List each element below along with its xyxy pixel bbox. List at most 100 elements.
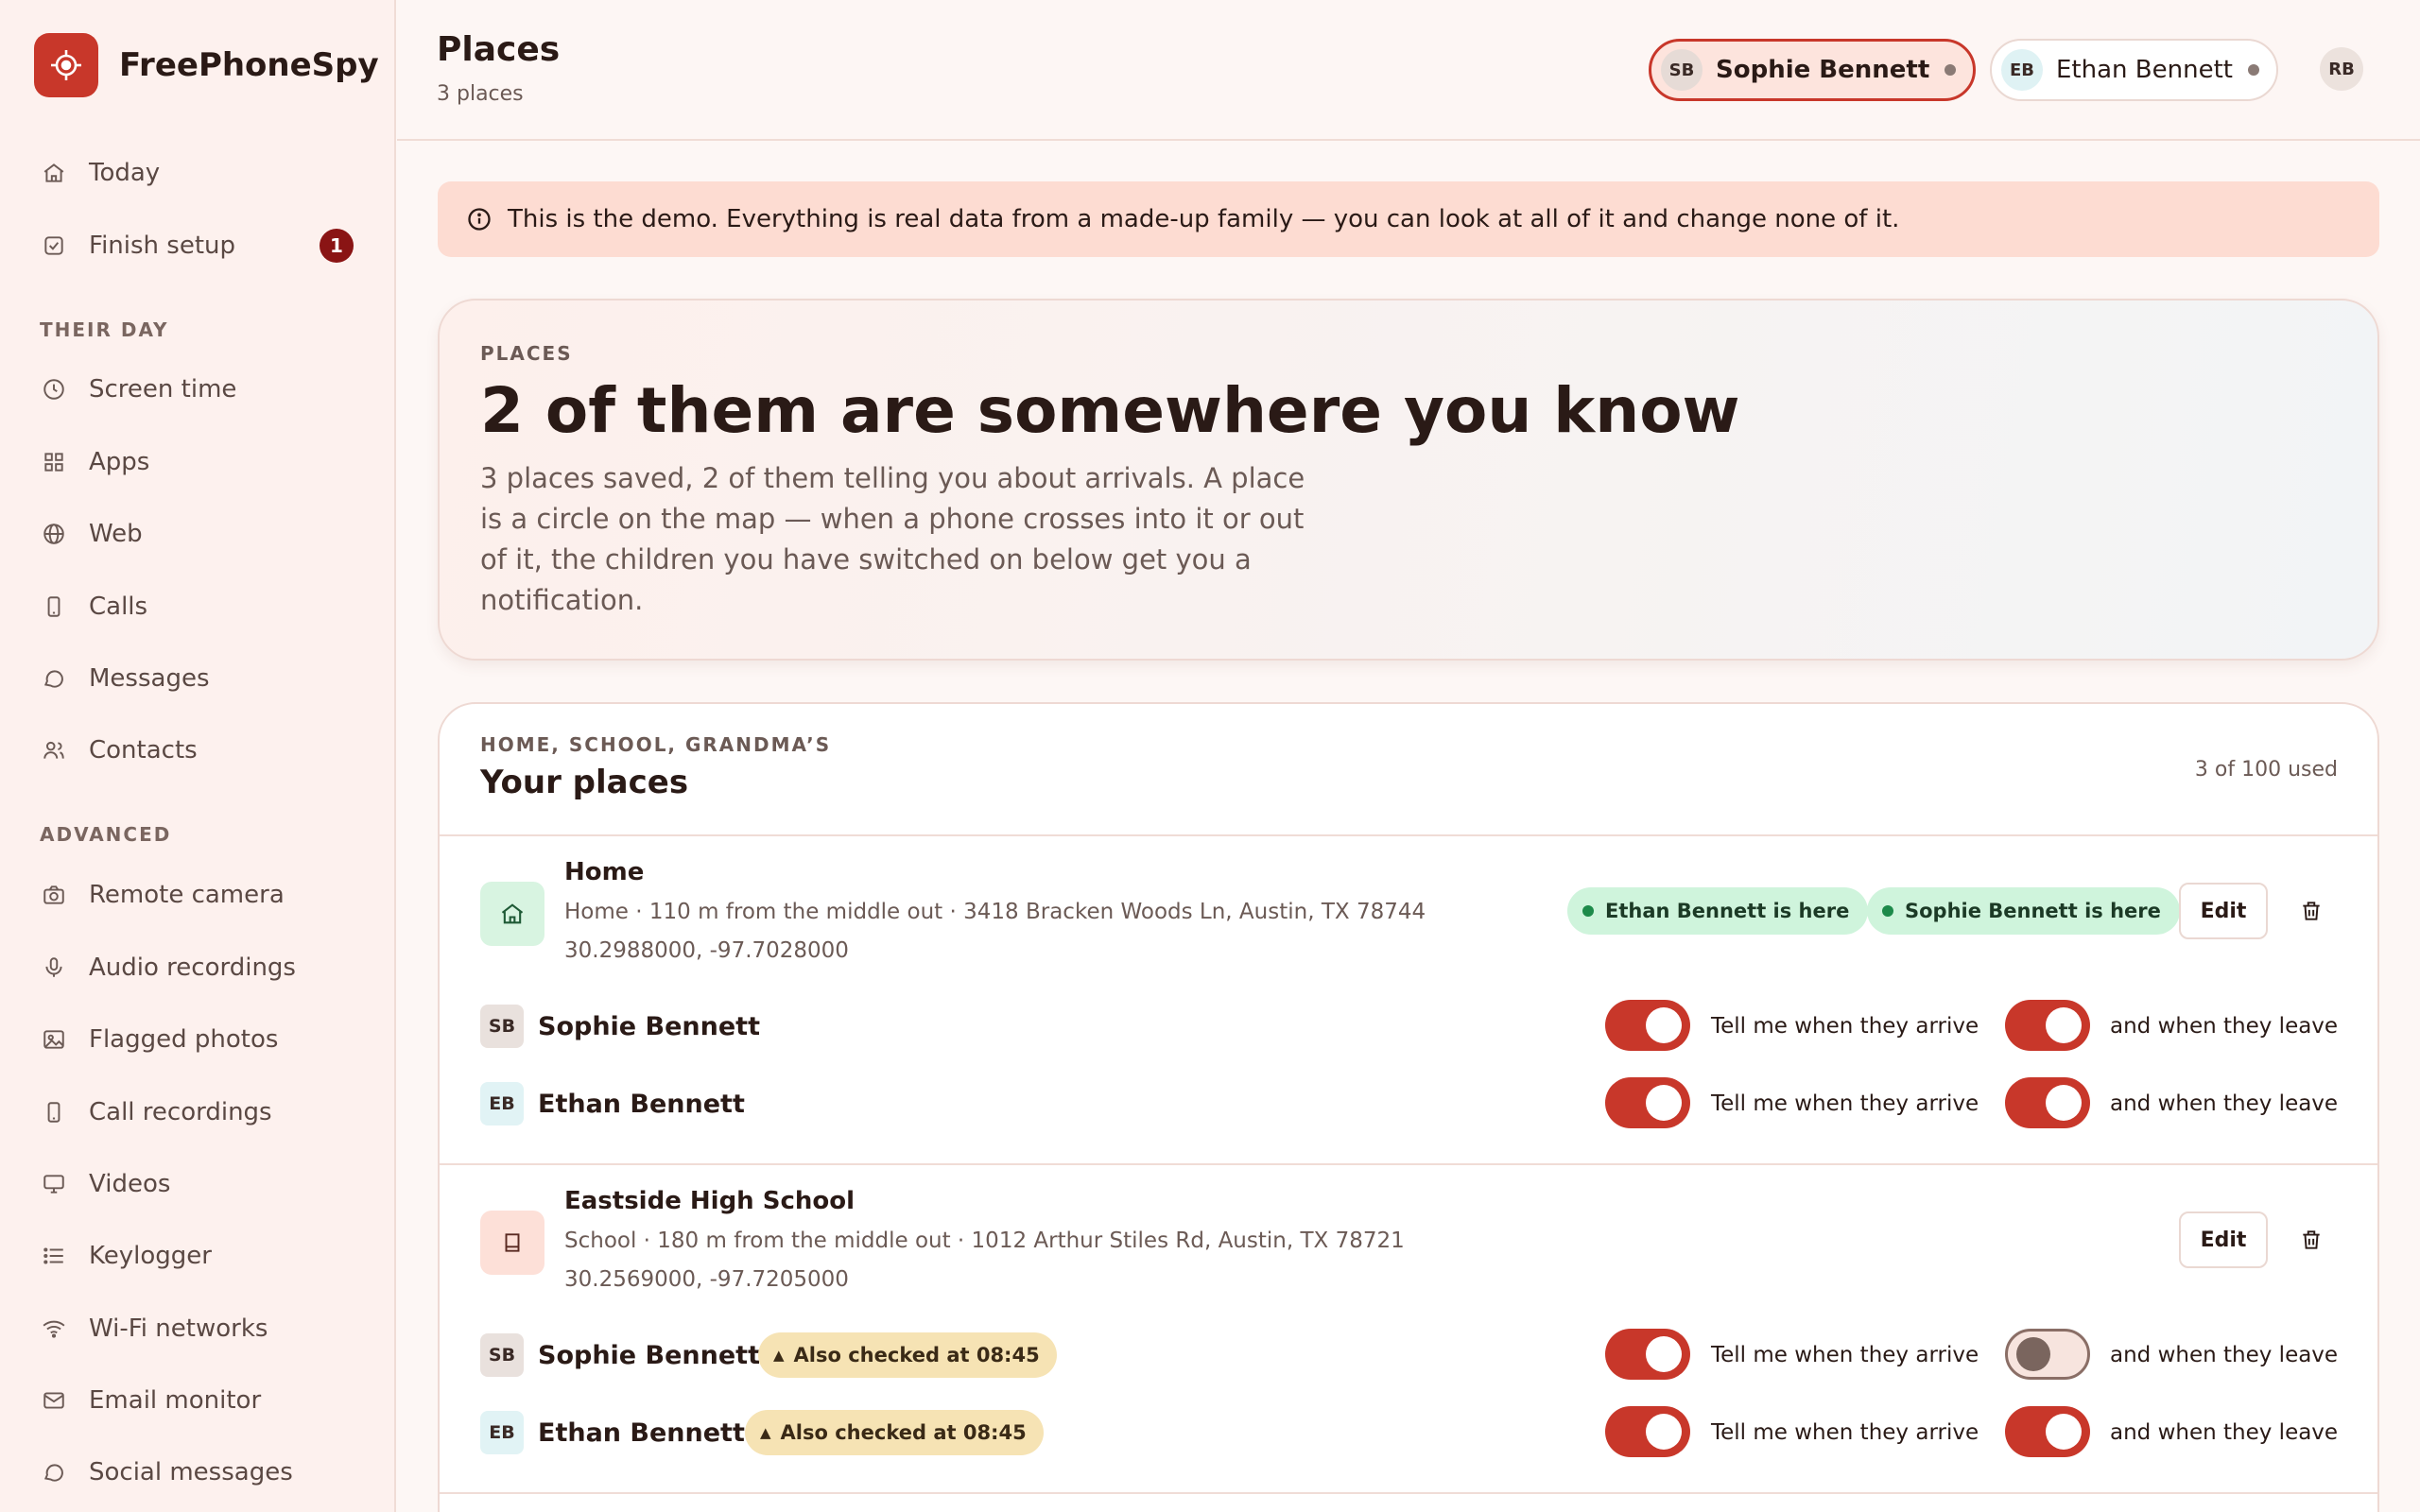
- arrive-label: Tell me when they arrive: [1711, 1420, 1979, 1445]
- arrive-label: Tell me when they arrive: [1711, 1343, 1979, 1367]
- leave-toggle[interactable]: [2005, 1077, 2090, 1128]
- demo-banner: This is the demo. Everything is real dat…: [438, 181, 2379, 257]
- list-icon: [40, 1242, 68, 1270]
- leave-toggle[interactable]: [2005, 1406, 2090, 1457]
- divider: [440, 1163, 2377, 1165]
- sidebar-item-label: Email monitor: [89, 1386, 262, 1415]
- page-subtitle: 3 places: [437, 82, 524, 106]
- status-dot: [1945, 64, 1957, 76]
- image-icon: [40, 1025, 68, 1054]
- avatar: SB: [480, 1005, 524, 1048]
- edit-place-button[interactable]: Edit: [2179, 883, 2268, 939]
- places-eyebrow: HOME, SCHOOL, GRANDMA’S: [480, 733, 832, 756]
- section-title-advanced: ADVANCED: [40, 823, 172, 846]
- trash-icon[interactable]: [2290, 890, 2332, 932]
- sidebar-item-label: Finish setup: [89, 232, 235, 260]
- arrive-label: Tell me when they arrive: [1711, 1091, 1979, 1116]
- avatar: SB: [480, 1333, 524, 1377]
- sidebar-item-finish-setup[interactable]: Finish setup 1: [23, 215, 372, 276]
- arrive-toggle[interactable]: [1605, 1329, 1690, 1380]
- arrive-toggle[interactable]: [1605, 1406, 1690, 1457]
- presence-badge: Ethan Bennett is here: [1567, 887, 1869, 935]
- sidebar-item-call-recordings[interactable]: Call recordings: [23, 1082, 372, 1143]
- sidebar-item-wifi-networks[interactable]: Wi-Fi networks: [23, 1298, 372, 1359]
- avatar: EB: [2001, 49, 2043, 91]
- child-switch-ethan[interactable]: EB Ethan Bennett: [1990, 39, 2278, 101]
- presence-text: Ethan Bennett is here: [1605, 900, 1850, 922]
- sidebar-item-remote-camera[interactable]: Remote camera: [23, 865, 372, 925]
- child-name: Sophie Bennett: [538, 1341, 760, 1370]
- sidebar-item-social-messages[interactable]: Social messages: [23, 1442, 372, 1503]
- sidebar: FreePhoneSpy Today Finish setup 1 THEIR …: [0, 0, 396, 1512]
- places-list-card: HOME, SCHOOL, GRANDMA’S Your places 3 of…: [438, 702, 2379, 1512]
- sidebar-item-messages[interactable]: Messages: [23, 648, 372, 709]
- child-switch-sophie[interactable]: SB Sophie Bennett: [1649, 39, 1977, 101]
- warning-text: Also checked at 08:45: [780, 1421, 1027, 1444]
- status-dot: [2247, 64, 2259, 76]
- brand[interactable]: FreePhoneSpy: [34, 33, 379, 97]
- page-title: Places: [437, 30, 561, 69]
- sidebar-item-apps[interactable]: Apps: [23, 432, 372, 492]
- wifi-icon: [40, 1314, 68, 1343]
- globe-icon: [40, 520, 68, 548]
- sidebar-item-email-monitor[interactable]: Email monitor: [23, 1370, 372, 1431]
- sidebar-item-calls[interactable]: Calls: [23, 576, 372, 637]
- arrive-toggle[interactable]: [1605, 1000, 1690, 1051]
- camera-icon: [40, 881, 68, 909]
- sidebar-item-today[interactable]: Today: [23, 143, 372, 203]
- sidebar-item-videos[interactable]: Videos: [23, 1154, 372, 1214]
- child-name: Ethan Bennett: [2056, 56, 2233, 84]
- sidebar-item-keylogger[interactable]: Keylogger: [23, 1226, 372, 1286]
- place-details: School · 180 m from the middle out · 101…: [564, 1228, 1405, 1253]
- toggle-knob: [1646, 1007, 1682, 1043]
- toggle-knob: [1646, 1336, 1682, 1372]
- warning-badge: ▲ Also checked at 08:45: [745, 1410, 1044, 1455]
- sidebar-item-label: Videos: [89, 1170, 171, 1198]
- edit-place-button[interactable]: Edit: [2179, 1211, 2268, 1268]
- leave-label: and when they leave: [2110, 1343, 2339, 1367]
- sidebar-item-web[interactable]: Web: [23, 504, 372, 564]
- leave-label: and when they leave: [2110, 1014, 2339, 1039]
- sidebar-item-label: Screen time: [89, 375, 237, 404]
- child-name: Ethan Bennett: [538, 1418, 745, 1448]
- sidebar-item-flagged-photos[interactable]: Flagged photos: [23, 1009, 372, 1070]
- sidebar-item-contacts[interactable]: Contacts: [23, 720, 372, 781]
- sidebar-item-screen-time[interactable]: Screen time: [23, 359, 372, 420]
- hero-title: 2 of them are somewhere you know: [480, 374, 1740, 447]
- places-usage-count: 3 of 100 used: [2194, 758, 2338, 782]
- sidebar-item-audio-recordings[interactable]: Audio recordings: [23, 937, 372, 998]
- arrive-label: Tell me when they arrive: [1711, 1014, 1979, 1039]
- place-name: Eastside High School: [564, 1187, 856, 1215]
- leave-toggle[interactable]: [2005, 1000, 2090, 1051]
- leave-label: and when they leave: [2110, 1091, 2339, 1116]
- child-name: Sophie Bennett: [1716, 56, 1930, 84]
- sidebar-item-label: Call recordings: [89, 1098, 272, 1126]
- place-coordinates: 30.2988000, -97.7028000: [564, 938, 849, 963]
- top-bar: Places 3 places SB Sophie Bennett EB Eth…: [397, 0, 2420, 141]
- home-icon: [480, 882, 544, 946]
- sidebar-item-label: Messages: [89, 664, 210, 693]
- toggle-knob: [2016, 1337, 2050, 1371]
- user-avatar[interactable]: RB: [2320, 47, 2363, 91]
- place-details: Home · 110 m from the middle out · 3418 …: [564, 900, 1426, 924]
- microphone-icon: [40, 954, 68, 982]
- book-icon: [480, 1211, 544, 1275]
- toggle-knob: [2046, 1414, 2082, 1450]
- leave-toggle[interactable]: [2005, 1329, 2090, 1380]
- sidebar-item-label: Contacts: [89, 736, 198, 765]
- clock-icon: [40, 375, 68, 404]
- status-dot: [1882, 905, 1893, 917]
- arrive-toggle[interactable]: [1605, 1077, 1690, 1128]
- checkbox-icon: [40, 232, 68, 260]
- home-icon: [40, 159, 68, 187]
- place-coordinates: 30.2569000, -97.7205000: [564, 1267, 849, 1292]
- presence-badge: Sophie Bennett is here: [1867, 887, 2180, 935]
- sidebar-item-label: Wi-Fi networks: [89, 1314, 268, 1343]
- grid-icon: [40, 448, 68, 476]
- warning-text: Also checked at 08:45: [793, 1344, 1040, 1366]
- phone-icon: [40, 593, 68, 621]
- sidebar-item-label: Flagged photos: [89, 1025, 279, 1054]
- sidebar-item-label: Calls: [89, 593, 148, 621]
- mail-icon: [40, 1386, 68, 1415]
- trash-icon[interactable]: [2290, 1219, 2332, 1261]
